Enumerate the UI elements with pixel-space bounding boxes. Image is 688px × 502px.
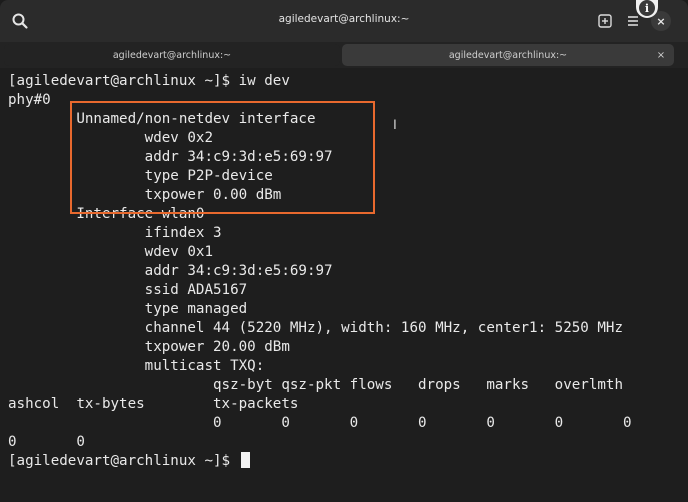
terminal-line: multicast TXQ:	[8, 358, 265, 374]
tab-label: agiledevart@archlinux:~	[448, 49, 568, 61]
highlight-box	[70, 101, 375, 214]
close-icon: ×	[656, 14, 666, 28]
terminal-line: qsz-byt qsz-pkt flows drops marks overlm…	[8, 377, 623, 393]
tab-label: agiledevart@archlinux:~	[112, 49, 232, 61]
terminal-prompt-line[interactable]: [agiledevart@archlinux ~]$	[8, 452, 250, 471]
terminal-line: channel 44 (5220 MHz), width: 160 MHz, c…	[8, 320, 623, 336]
terminal-window: agiledevart@archlinux:~ × i agiledevart@…	[0, 0, 688, 502]
terminal-line: type managed	[8, 301, 248, 317]
text-cursor	[240, 452, 250, 468]
new-tab-icon[interactable]	[595, 11, 615, 31]
terminal-line: ssid ADA5167	[8, 282, 248, 298]
tab-terminal-1[interactable]: agiledevart@archlinux:~	[4, 44, 340, 66]
terminal-line: ashcol tx-bytes tx-packets	[8, 396, 299, 412]
tab-terminal-2[interactable]: agiledevart@archlinux:~ ×	[342, 44, 674, 66]
terminal-line: 0 0	[8, 434, 85, 450]
terminal-line: txpower 20.00 dBm	[8, 339, 290, 355]
terminal-line: addr 34:c9:3d:e5:69:97	[8, 263, 333, 279]
terminal-prompt: [agiledevart@archlinux ~]$	[8, 453, 239, 469]
window-title: agiledevart@archlinux:~	[278, 13, 410, 25]
terminal-line: 0 0 0 0 0 0 0	[8, 415, 632, 431]
terminal-line: phy#0	[8, 92, 51, 108]
header-bar: agiledevart@archlinux:~ ×	[0, 0, 688, 42]
tab-bar: agiledevart@archlinux:~ agiledevart@arch…	[0, 42, 688, 68]
terminal-line: ifindex 3	[8, 225, 222, 241]
info-icon: i	[639, 0, 655, 16]
tab-close-button[interactable]: ×	[654, 48, 668, 62]
terminal-line: [agiledevart@archlinux ~]$ iw dev	[8, 73, 290, 89]
terminal-line: wdev 0x1	[8, 244, 213, 260]
ibeam-cursor-icon: Ⅰ	[393, 118, 397, 133]
